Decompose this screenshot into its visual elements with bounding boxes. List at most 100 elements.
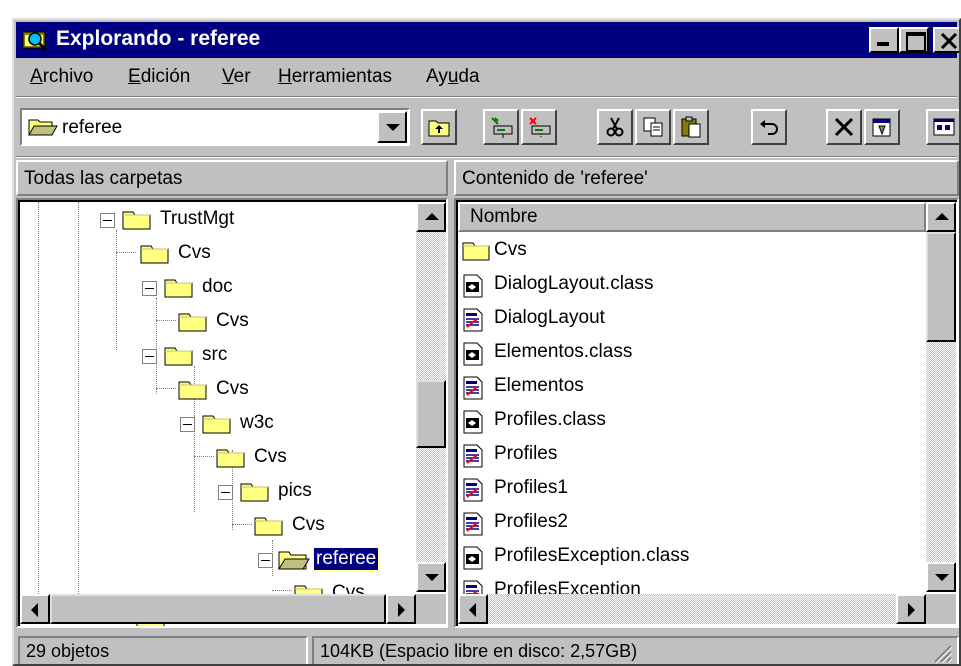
list-horizontal-scrollbar[interactable] <box>458 594 926 624</box>
tree-label: TrustMgt <box>160 208 235 229</box>
resize-grip-icon[interactable] <box>931 642 953 664</box>
column-header-nombre[interactable]: Nombre <box>458 202 926 232</box>
tree-horizontal-scrollbar[interactable] <box>20 594 416 624</box>
delete-icon <box>834 117 854 137</box>
menu-herramientas[interactable]: Herramientas <box>278 66 392 88</box>
contents-header: Contenido de 'referee' <box>454 160 959 196</box>
cut-button[interactable] <box>597 109 633 145</box>
toolbar: referee <box>16 100 959 154</box>
java-source-icon <box>463 376 483 400</box>
copy-icon <box>643 117 663 137</box>
delete-button[interactable] <box>826 109 862 145</box>
maximize-button[interactable] <box>899 27 929 53</box>
properties-button[interactable] <box>864 109 900 145</box>
explorer-app-icon <box>22 31 48 52</box>
folder-icon <box>202 415 231 434</box>
scroll-left-button[interactable] <box>458 594 488 624</box>
scroll-down-button[interactable] <box>926 562 956 592</box>
menu-ayuda-rest: da <box>458 66 480 87</box>
file-name: Elementos <box>494 375 584 396</box>
undo-button[interactable] <box>751 109 787 145</box>
copy-button[interactable] <box>635 109 671 145</box>
folder-icon <box>240 483 269 502</box>
folder-icon <box>140 245 169 264</box>
tree-connector <box>156 388 176 389</box>
tree-inner-border <box>18 200 446 626</box>
paste-icon <box>681 116 701 138</box>
java-source-icon <box>463 444 483 468</box>
folder-icon <box>216 449 245 468</box>
tree-vertical-scrollbar[interactable] <box>416 202 446 592</box>
tree-guide-line <box>78 202 79 602</box>
paste-button[interactable] <box>673 109 709 145</box>
address-dropdown-button[interactable] <box>377 111 407 143</box>
tree-connector <box>156 320 176 321</box>
undo-icon <box>760 120 778 135</box>
collapse-toggle[interactable] <box>142 349 157 364</box>
menu-ver[interactable]: Ver <box>222 66 251 88</box>
scroll-right-button[interactable] <box>386 594 416 624</box>
minimize-button[interactable] <box>869 27 899 53</box>
collapse-toggle[interactable] <box>142 281 157 296</box>
properties-icon <box>872 118 891 137</box>
collapse-toggle[interactable] <box>100 213 115 228</box>
tree-label: Cvs <box>178 242 211 263</box>
java-source-icon <box>463 512 483 536</box>
map-network-drive-button[interactable] <box>483 109 519 145</box>
scroll-corner <box>926 594 956 624</box>
open-folder-icon <box>278 551 310 570</box>
collapse-toggle[interactable] <box>180 417 195 432</box>
file-name: Elementos.class <box>494 341 633 362</box>
menu-archivo[interactable]: Archivo <box>30 66 93 88</box>
collapse-toggle[interactable] <box>258 553 273 568</box>
file-name: Cvs <box>494 239 527 260</box>
scroll-thumb[interactable] <box>926 232 956 342</box>
menu-separator <box>16 96 957 98</box>
menu-edicion[interactable]: Edición <box>128 66 190 88</box>
explorer-window: Explorando - referee Archivo Edición Ver… <box>12 18 961 666</box>
toolbar-separator <box>16 156 957 158</box>
scroll-up-button[interactable] <box>416 202 446 232</box>
folder-tree-pane[interactable]: TrustMgt Cvs doc Cvs src Cvs w3c Cvs pic… <box>16 198 448 628</box>
large-icons-view-icon <box>933 118 955 136</box>
close-icon <box>940 33 958 49</box>
java-source-icon <box>463 308 483 332</box>
list-vertical-scrollbar[interactable] <box>926 202 956 592</box>
folder-icon <box>178 381 207 400</box>
collapse-toggle[interactable] <box>218 485 233 500</box>
tree-label: Cvs <box>254 446 287 467</box>
tree-connector <box>232 524 252 525</box>
folder-icon <box>164 279 193 298</box>
scroll-right-button[interactable] <box>896 594 926 624</box>
class-file-icon <box>463 342 483 366</box>
close-button[interactable] <box>933 27 959 53</box>
scroll-corner <box>416 594 446 624</box>
tree-label: Cvs <box>216 378 249 399</box>
tree-label-selected: referee <box>312 547 380 571</box>
tree-guide-line <box>156 298 157 394</box>
file-list-pane[interactable]: Nombre Cvs DialogLayout.class DialogLayout… <box>454 198 959 628</box>
scroll-down-button[interactable] <box>416 562 446 592</box>
address-combobox[interactable]: referee <box>20 108 410 146</box>
scroll-thumb[interactable] <box>416 380 446 448</box>
scroll-up-button[interactable] <box>926 202 956 232</box>
folder-icon <box>462 242 490 261</box>
scroll-thumb[interactable] <box>50 594 386 624</box>
disconnect-drive-button[interactable] <box>521 109 557 145</box>
up-folder-icon <box>428 120 450 137</box>
scissors-icon <box>606 117 624 137</box>
all-folders-header: Todas las carpetas <box>16 160 448 196</box>
status-object-count: 29 objetos <box>18 636 308 664</box>
view-large-icons-button[interactable] <box>926 109 959 145</box>
tree-label: pics <box>278 480 312 501</box>
file-name: Profiles1 <box>494 477 568 498</box>
scroll-left-button[interactable] <box>20 594 50 624</box>
class-file-icon <box>463 546 483 570</box>
up-one-level-button[interactable] <box>421 109 457 145</box>
file-name: Profiles2 <box>494 511 568 532</box>
menu-ayuda[interactable]: Ayuda <box>426 66 480 88</box>
title-bar[interactable]: Explorando - referee <box>16 22 959 58</box>
menu-archivo-rest: rchivo <box>42 66 94 87</box>
menu-ayuda-pre: Ay <box>426 66 448 87</box>
tree-label: Cvs <box>216 310 249 331</box>
